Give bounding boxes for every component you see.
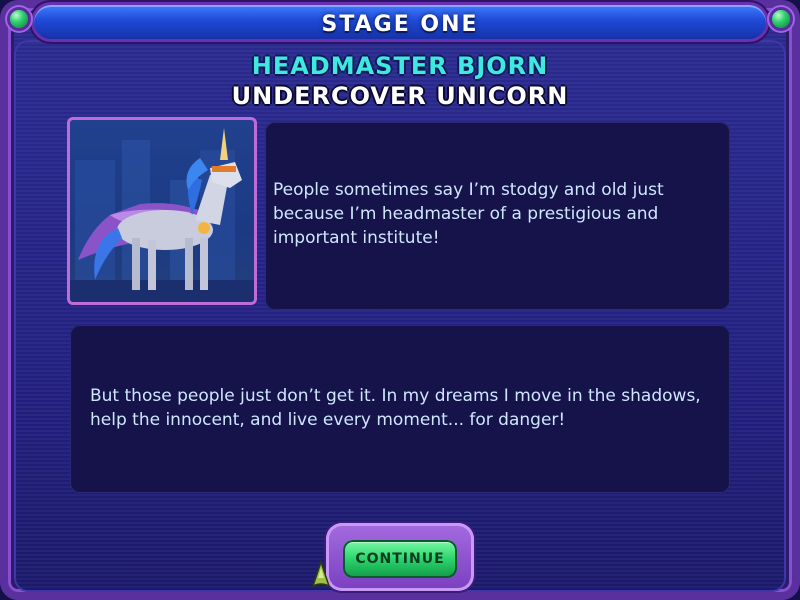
continue-button[interactable]: CONTINUE [343, 540, 457, 578]
unicorn-portrait-icon [70, 128, 254, 302]
dialogue-text-2: But those people just don’t get it. In m… [90, 386, 701, 430]
dialogue-text-1: People sometimes say I’m stodgy and old … [273, 180, 664, 248]
green-gem-icon-right [772, 10, 790, 28]
pointer-cursor-icon [311, 559, 331, 588]
character-portrait [67, 117, 257, 305]
green-gem-icon-left [10, 10, 28, 28]
character-name: HEADMASTER BJORN [251, 52, 549, 80]
character-subtitle: UNDERCOVER UNICORN [231, 82, 569, 110]
title-bar: STAGE ONE [34, 5, 766, 39]
stage-title: STAGE ONE [321, 12, 479, 37]
